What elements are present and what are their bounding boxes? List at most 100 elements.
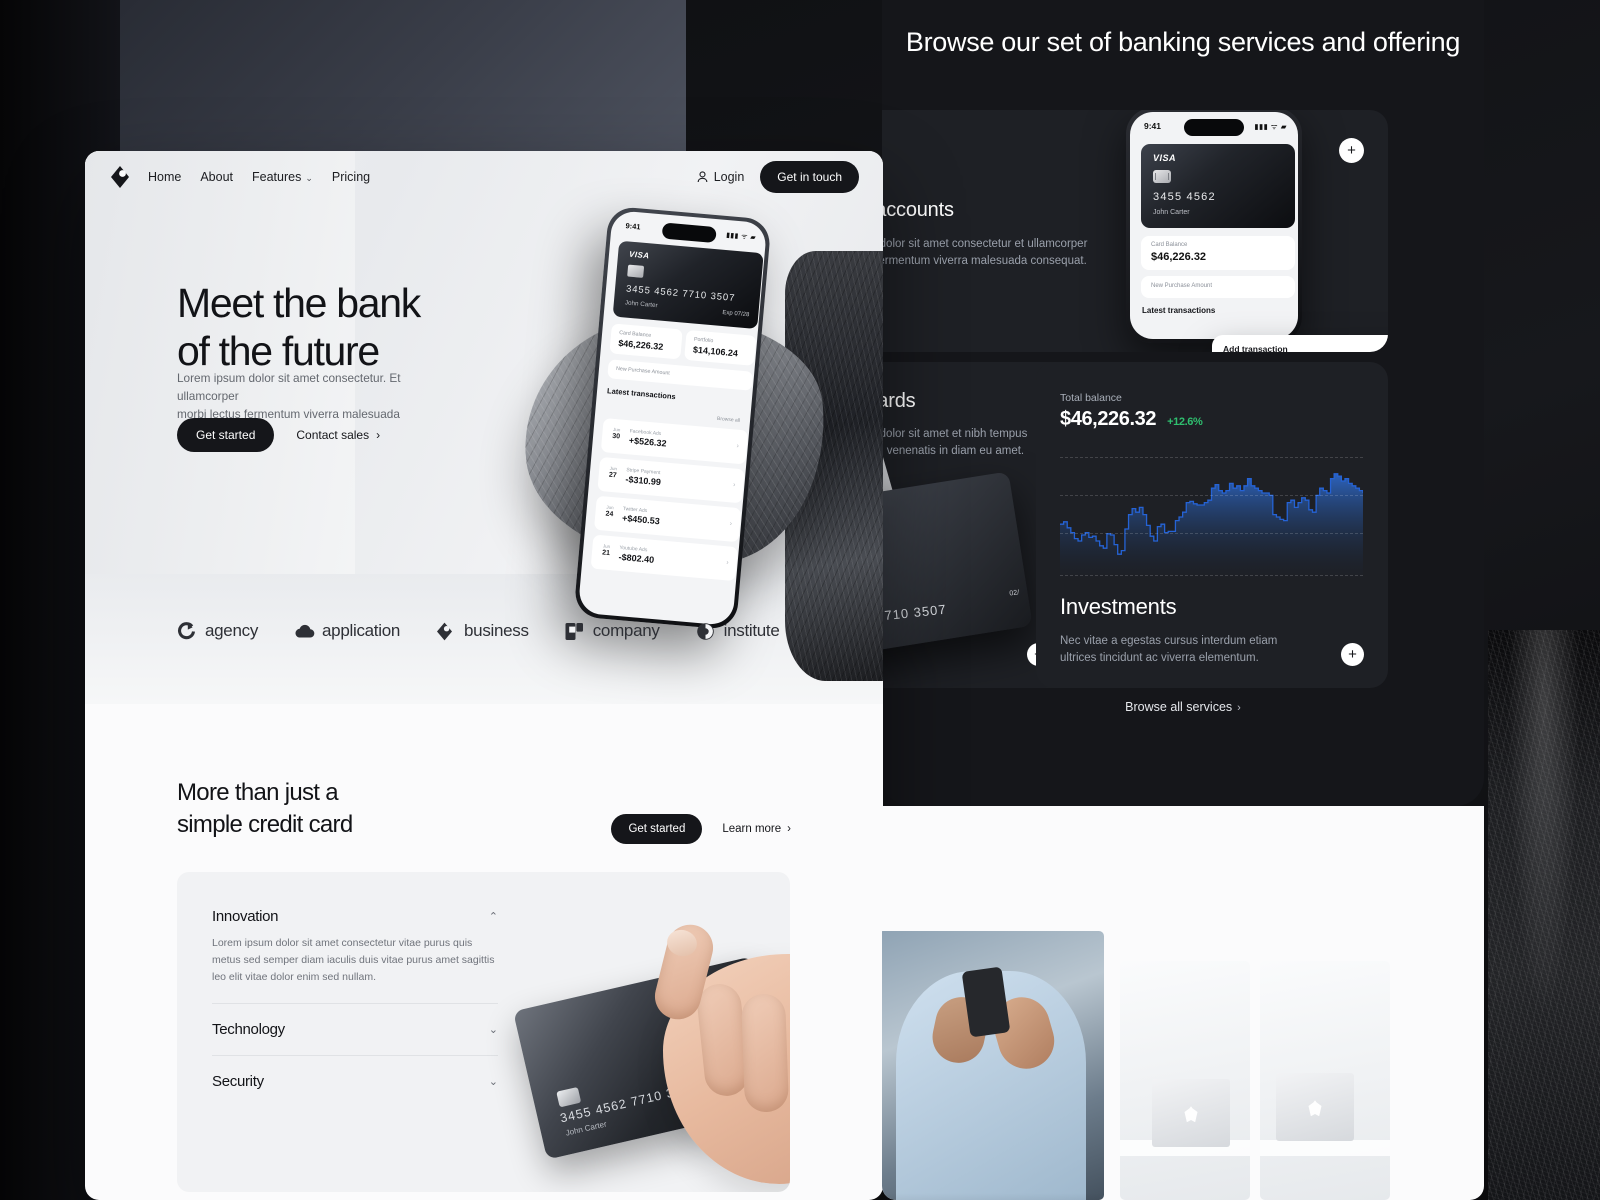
chevron-right-icon: ›	[725, 559, 729, 567]
phone-status-time: 9:41	[625, 221, 641, 232]
gridline	[1060, 495, 1363, 496]
tx-day: 27	[608, 471, 617, 480]
website-mockup-panel: Home About Features ⌄ Pricing Login Get i…	[85, 151, 883, 1200]
phone-status-time: 9:41	[1144, 121, 1162, 131]
services-phone-screen: 9:41 ▮▮▮ ᯤ ▰ VISA 3455 4562 John Carter …	[1130, 112, 1298, 339]
accordion-header[interactable]: Innovation ⌃	[212, 908, 498, 925]
circle-arrow-icon	[177, 621, 196, 641]
accordion-header[interactable]: Technology ⌄	[212, 1021, 498, 1038]
cloud-icon	[294, 622, 315, 641]
brand-application[interactable]: application	[294, 621, 400, 641]
browse-all-services-link[interactable]: Browse all services ›	[882, 700, 1484, 714]
brand-label: application	[322, 621, 401, 640]
brand-logo-strip: agency application business company inst…	[85, 621, 883, 641]
visa-logo-icon: VISA	[628, 249, 650, 261]
accordion-title: Technology	[212, 1021, 285, 1038]
brand-business[interactable]: business	[436, 621, 529, 641]
page-title: Meet the bank of the future	[177, 280, 421, 374]
section-heading: More than just a simple credit card	[177, 779, 353, 838]
credit-card-image: 3455 4562 7710 3507 John Carter 02/	[882, 471, 1033, 665]
gridline	[1060, 533, 1363, 534]
balance-label: Total balance	[1060, 392, 1122, 404]
chevron-right-icon: ›	[732, 481, 736, 489]
learn-more-link[interactable]: Learn more ›	[722, 823, 791, 835]
contact-sales-link[interactable]: Contact sales ›	[296, 428, 380, 442]
brand-label: business	[464, 621, 529, 640]
browse-all-label: Browse all services	[1125, 700, 1233, 714]
nav-links: Home About Features ⌄ Pricing	[148, 170, 370, 184]
nav-link-features[interactable]: Features ⌄	[252, 170, 313, 184]
investments-balance-block: Total balance $46,226.32 +12.6%	[1060, 392, 1203, 431]
chevron-down-icon[interactable]: ⌄	[489, 1023, 498, 1036]
add-transaction-popup[interactable]: Add transaction Phasellus est at commodo…	[1212, 335, 1388, 352]
visa-logo-icon: VISA	[1153, 153, 1177, 163]
services-phone-mockup: 9:41 ▮▮▮ ᯤ ▰ VISA 3455 4562 John Carter …	[1126, 110, 1302, 343]
login-button[interactable]: Login	[697, 170, 745, 184]
brand-agency[interactable]: agency	[177, 621, 258, 641]
brand-company[interactable]: company	[565, 621, 660, 641]
nav-link-about[interactable]: About	[200, 170, 233, 184]
transaction-row[interactable]: Jun 24 Twitter Ads +$450.53 ›	[593, 495, 742, 543]
tx-amount: -$802.40	[618, 551, 655, 565]
login-label: Login	[713, 170, 745, 184]
service-card-desc: Lorem ipsum dolor sit amet et nibh tempu…	[882, 428, 1028, 457]
nav-link-home[interactable]: Home	[148, 170, 181, 184]
contact-sales-label: Contact sales	[296, 428, 370, 442]
learn-more-label: Learn more	[722, 823, 782, 835]
service-card-saving-accounts[interactable]: Saving accounts Lorem ipsum dolor sit am…	[882, 110, 1388, 352]
balance-amount-row: $46,226.32 +12.6%	[1060, 408, 1203, 431]
accordion-item-security[interactable]: Security ⌄	[212, 1073, 498, 1107]
diamond-icon	[436, 622, 455, 641]
phone-portfolio-box: Portfolio $14,106.24	[684, 329, 757, 366]
purchase-label: New Purchase Amount	[615, 365, 671, 377]
accordion-item-innovation[interactable]: Innovation ⌃ Lorem ipsum dolor sit amet …	[212, 908, 498, 1004]
get-started-button[interactable]: Get started	[611, 814, 703, 844]
card-number: 3455 4562	[1153, 191, 1216, 203]
hero-phone-screen: 9:41 ▮▮▮ ᯤ ▰ VISA 3455 4562 7710 3507 Jo…	[577, 210, 768, 626]
tx-amount: +$450.53	[621, 513, 661, 527]
balance-value: $46,226.32	[1060, 408, 1157, 430]
card-number: 3455 4562 7710 3507	[882, 601, 948, 632]
service-card-investments[interactable]: Total balance $46,226.32 +12.6% Investme…	[1036, 362, 1388, 688]
services-panel: Browse our set of banking services and o…	[882, 0, 1484, 806]
get-in-touch-button[interactable]: Get in touch	[760, 161, 859, 193]
navbar: Home About Features ⌄ Pricing Login Get i…	[85, 151, 883, 203]
get-started-button[interactable]: Get started	[177, 418, 275, 452]
chevron-down-icon[interactable]: ⌄	[489, 1075, 498, 1088]
transaction-row[interactable]: Jun 27 Stripe Payment -$310.99 ›	[597, 456, 745, 504]
service-card-title: Investments	[1060, 594, 1177, 619]
brand-institute[interactable]: institute	[696, 621, 780, 641]
plus-icon[interactable]: +	[1341, 643, 1364, 666]
plus-icon[interactable]: +	[1339, 138, 1364, 163]
phone-browse-all-link[interactable]: Browse all	[717, 416, 741, 424]
investments-area-chart	[1060, 457, 1364, 577]
portfolio-value: $14,106.24	[692, 344, 739, 359]
transaction-row[interactable]: Jun 30 Facebook Ads +$526.32 ›	[600, 418, 749, 465]
accordion-item-technology[interactable]: Technology ⌄	[212, 1021, 498, 1056]
squares-icon	[565, 622, 584, 641]
phone-status-icons: ▮▮▮ ᯤ ▰	[725, 231, 757, 242]
service-card-title: Credit cards	[882, 390, 916, 412]
tx-day: 24	[605, 510, 614, 519]
tx-day: 21	[601, 549, 611, 558]
hero-cta-row: Get started Contact sales ›	[177, 418, 380, 452]
transaction-row[interactable]: Jun 21 Youtube Ads -$802.40 ›	[590, 534, 738, 582]
hero-phone-mockup: 9:41 ▮▮▮ ᯤ ▰ VISA 3455 4562 7710 3507 Jo…	[573, 205, 772, 631]
finger	[740, 993, 790, 1113]
card-chip-icon	[1153, 170, 1171, 183]
accordion-card: Innovation ⌃ Lorem ipsum dolor sit amet …	[177, 872, 790, 1192]
rock-texture-image	[1488, 630, 1600, 1200]
gridline	[1060, 457, 1363, 458]
chevron-right-icon: ›	[1237, 702, 1241, 714]
phone-purchase-box[interactable]: New Purchase Amount	[1141, 276, 1295, 298]
accordion-title: Security	[212, 1073, 264, 1090]
accordion-header[interactable]: Security ⌄	[212, 1073, 498, 1090]
photo-desk	[1260, 1140, 1390, 1156]
balance-value: $46,226.32	[1151, 251, 1207, 263]
photo-small-business	[882, 931, 1104, 1200]
chevron-up-icon[interactable]: ⌃	[489, 910, 498, 923]
card-chip-icon	[627, 264, 645, 278]
diamond-logo-icon[interactable]	[109, 165, 131, 189]
chevron-down-icon: ⌄	[305, 173, 313, 183]
nav-link-pricing[interactable]: Pricing	[332, 170, 370, 184]
